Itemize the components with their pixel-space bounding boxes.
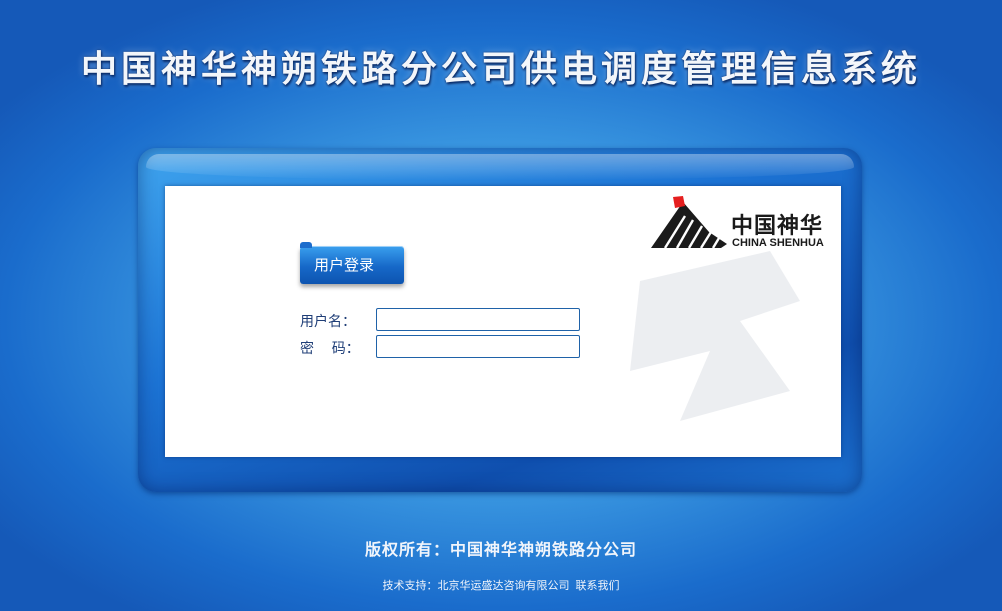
login-panel: 中国神华 CHINA SHENHUA 用户登录 用户名： 密 码： [165,186,841,457]
shenhua-logo-icon [651,196,727,249]
contact-us-link[interactable]: 联系我们 [576,579,620,592]
username-input[interactable] [376,308,580,331]
password-input[interactable] [376,335,580,358]
logo-english-text: CHINA SHENHUA [732,237,824,249]
page-title: 中国神华神朔铁路分公司供电调度管理信息系统 [80,49,921,90]
support-text: 技术支持：北京华运盛达咨询有限公司 [382,579,570,592]
password-label: 密 码： [300,341,360,357]
login-tab: 用户登录 [300,242,404,284]
username-label: 用户名： [300,314,356,330]
company-logo: 中国神华 CHINA SHENHUA [651,196,841,256]
support-line: 技术支持：北京华运盛达咨询有限公司 联系我们 [0,577,1002,593]
logo-chinese-text: 中国神华 [731,214,824,239]
copyright-text: 版权所有：中国神华神朔铁路分公司 [364,540,637,559]
watermark-icon [630,251,800,421]
